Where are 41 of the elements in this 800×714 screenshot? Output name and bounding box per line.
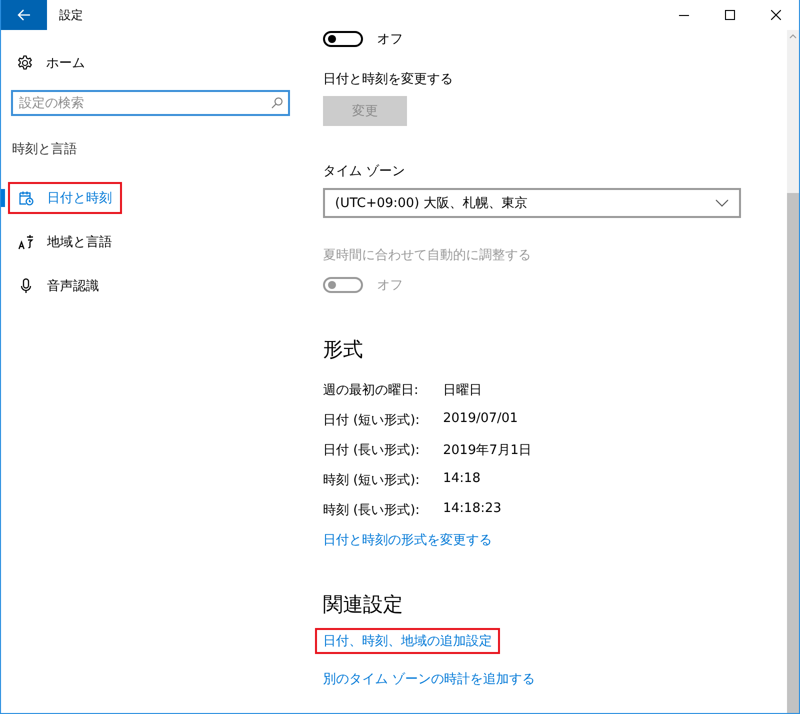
search-icon (271, 97, 283, 109)
format-value: 14:18 (443, 471, 480, 488)
microphone-icon (18, 278, 34, 294)
format-label: 日付 (短い形式): (323, 412, 421, 429)
toggle-label: オフ (377, 31, 403, 48)
sidebar-item[interactable]: 地域と言語 (8, 226, 122, 258)
format-value: 14:18:23 (443, 501, 502, 518)
format-label: 時刻 (長い形式): (323, 502, 421, 519)
format-label: 日付 (長い形式): (323, 442, 421, 459)
scrollbar[interactable] (787, 30, 799, 713)
format-value: 2019/07/01 (443, 411, 518, 428)
calendar-clock-icon (18, 190, 34, 206)
section-heading: 形式 (323, 336, 364, 363)
section-heading: 関連設定 (323, 591, 404, 618)
timezone-dropdown[interactable]: (UTC+09:00) 大阪、札幌、東京 (323, 188, 741, 218)
window-title: 設定 (59, 6, 84, 24)
maximize-icon (725, 10, 735, 20)
section-heading: 時刻と言語 (12, 141, 78, 158)
toggle-label: オフ (377, 277, 403, 294)
link[interactable]: 日付と時刻の形式を変更する (315, 527, 500, 553)
back-button[interactable] (1, 0, 47, 30)
format-value: 2019年7月1日 (443, 442, 532, 459)
format-label: 週の最初の曜日: (323, 382, 420, 399)
back-arrow-icon (17, 9, 31, 21)
toggle-switch[interactable] (323, 31, 363, 47)
setting-label: タイム ゾーン (323, 163, 406, 180)
format-value: 日曜日 (443, 382, 482, 399)
settings-icon (17, 55, 33, 71)
link[interactable]: 日付、時刻、地域の追加設定 (315, 628, 500, 654)
link[interactable]: 別のタイム ゾーンの時計を追加する (315, 666, 544, 692)
setting-label: 日付と時刻を変更する (323, 71, 454, 88)
sidebar-item[interactable]: 日付と時刻 (8, 182, 122, 214)
search-field[interactable]: 設定の検索 (11, 90, 290, 116)
format-label: 時刻 (短い形式): (323, 472, 421, 489)
scroll-up-icon[interactable] (789, 34, 797, 39)
language-icon (18, 234, 34, 250)
home-link[interactable]: ホーム (46, 54, 85, 72)
chevron-down-icon (715, 199, 729, 207)
setting-label: 夏時間に合わせて自動的に調整する (323, 247, 532, 264)
sidebar-item[interactable]: 音声認識 (8, 270, 109, 302)
close-icon (771, 10, 781, 20)
